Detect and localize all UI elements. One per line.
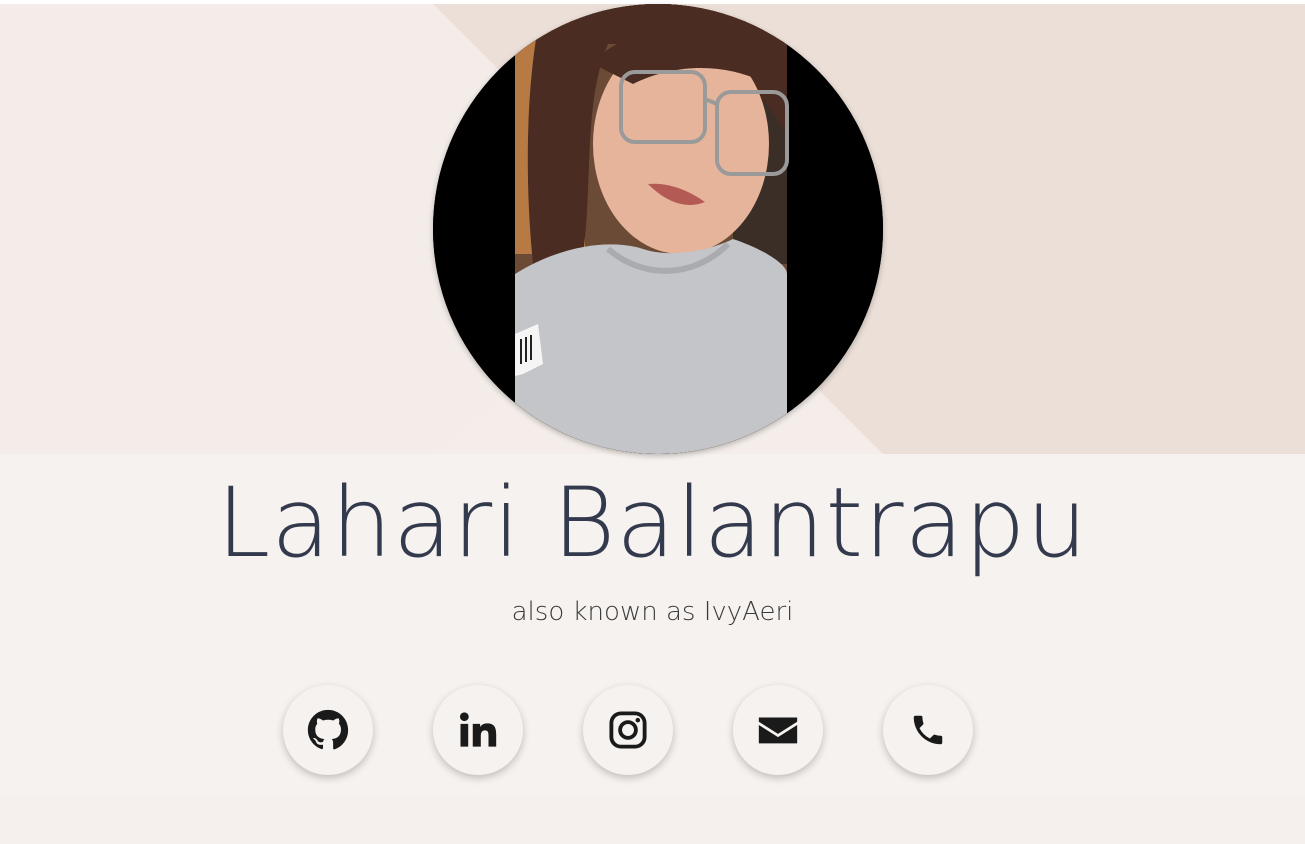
profile-alias: also known as IvyAeri bbox=[511, 597, 794, 627]
linkedin-link-button[interactable] bbox=[433, 685, 523, 775]
phone-link-button[interactable] bbox=[883, 685, 973, 775]
profile-name: Lahari Balantrapu bbox=[216, 467, 1089, 579]
phone-icon bbox=[909, 711, 947, 749]
profile-page: Lahari Balantrapu also known as IvyAeri bbox=[0, 0, 1305, 844]
avatar bbox=[433, 4, 883, 454]
instagram-icon bbox=[607, 709, 649, 751]
linkedin-icon bbox=[457, 709, 499, 751]
email-link-button[interactable] bbox=[733, 685, 823, 775]
profile-photo bbox=[433, 4, 883, 454]
footer-band bbox=[0, 796, 1305, 844]
instagram-link-button[interactable] bbox=[583, 685, 673, 775]
github-icon bbox=[307, 709, 349, 751]
social-links bbox=[283, 685, 983, 785]
envelope-icon bbox=[755, 707, 801, 753]
github-link-button[interactable] bbox=[283, 685, 373, 775]
